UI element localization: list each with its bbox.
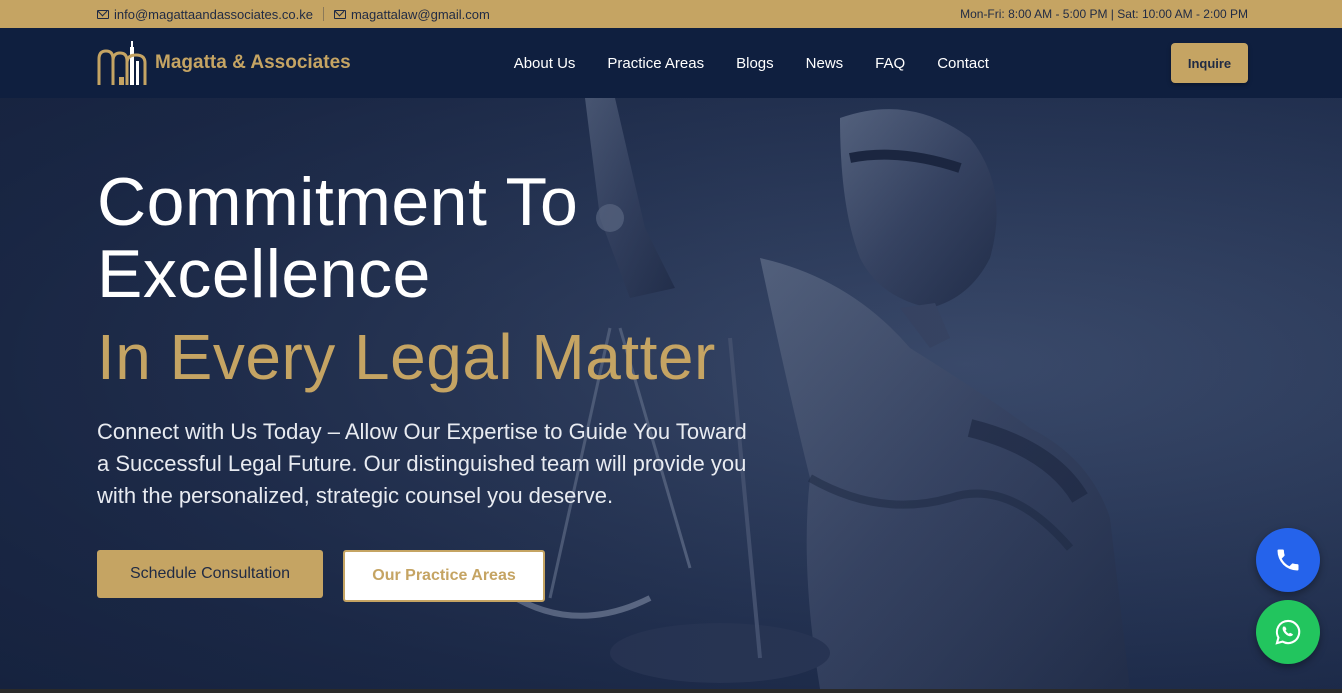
phone-icon bbox=[1277, 549, 1299, 571]
headline-line-2: Excellence bbox=[97, 236, 431, 312]
hero-section: Commitment To Excellence In Every Legal … bbox=[0, 98, 1342, 689]
nav-links: About Us Practice Areas Blogs News FAQ C… bbox=[514, 55, 989, 72]
whatsapp-icon bbox=[1275, 619, 1301, 645]
nav-link-practice-areas[interactable]: Practice Areas bbox=[607, 55, 704, 72]
schedule-consultation-button[interactable]: Schedule Consultation bbox=[97, 550, 323, 598]
logo-icon bbox=[97, 41, 147, 85]
headline-line-1: Commitment To bbox=[97, 164, 579, 240]
inquire-button[interactable]: Inquire bbox=[1171, 43, 1248, 83]
hero-subtext: Connect with Us Today – Allow Our Expert… bbox=[97, 419, 747, 508]
nav-link-faq[interactable]: FAQ bbox=[875, 55, 905, 72]
our-practice-areas-button[interactable]: Our Practice Areas bbox=[343, 550, 545, 602]
mail-icon bbox=[97, 9, 109, 19]
nav-link-contact[interactable]: Contact bbox=[937, 55, 989, 72]
top-info-bar: info@magattaandassociates.co.ke magattal… bbox=[0, 0, 1342, 28]
hero-headline: Commitment To Excellence bbox=[97, 166, 777, 310]
call-button[interactable] bbox=[1256, 528, 1320, 592]
nav-link-blogs[interactable]: Blogs bbox=[736, 55, 774, 72]
hero-headline-accent: In Every Legal Matter bbox=[97, 321, 716, 393]
nav-link-about-us[interactable]: About Us bbox=[514, 55, 576, 72]
mail-icon bbox=[333, 9, 346, 19]
email-text: info@magattaandassociates.co.ke bbox=[114, 6, 313, 22]
page-bottom-edge bbox=[0, 689, 1342, 693]
cta-row: Schedule Consultation Our Practice Areas bbox=[97, 550, 777, 602]
main-navbar: Magatta & Associates About Us Practice A… bbox=[0, 28, 1342, 98]
whatsapp-button[interactable] bbox=[1256, 600, 1320, 664]
brand-logo-link[interactable]: Magatta & Associates bbox=[97, 39, 351, 87]
divider bbox=[322, 7, 324, 21]
office-hours: Mon-Fri: 8:00 AM - 5:00 PM | Sat: 10:00 … bbox=[960, 7, 1248, 21]
email-link-gmail[interactable]: magattalaw@gmail.com bbox=[333, 6, 490, 22]
email-text: magattalaw@gmail.com bbox=[350, 6, 490, 22]
contact-emails: info@magattaandassociates.co.ke magattal… bbox=[97, 7, 490, 22]
email-link-info[interactable]: info@magattaandassociates.co.ke bbox=[97, 7, 313, 22]
nav-link-news[interactable]: News bbox=[806, 55, 844, 72]
brand-name: Magatta & Associates bbox=[155, 52, 351, 73]
hero-content: Commitment To Excellence In Every Legal … bbox=[97, 166, 777, 602]
